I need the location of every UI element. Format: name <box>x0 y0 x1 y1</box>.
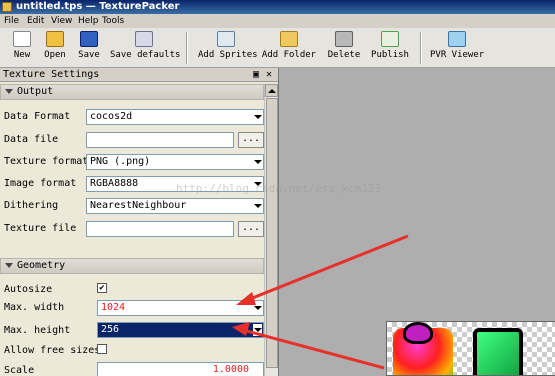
max-height-select[interactable]: 256 <box>97 322 264 338</box>
chevron-down-icon <box>253 200 262 212</box>
texture-format-label: Texture format <box>4 156 89 167</box>
add-sprites-button[interactable]: Add Sprites <box>198 31 258 65</box>
title-bar: untitled.tps — TexturePacker <box>0 0 555 14</box>
collapse-triangle-icon <box>5 263 13 268</box>
sprite-image <box>473 328 523 375</box>
save-button[interactable]: Save <box>74 31 104 65</box>
add-folder-icon <box>280 31 298 47</box>
window-title: untitled.tps — TexturePacker <box>16 1 180 12</box>
toolbar-separator <box>186 32 188 64</box>
scroll-up-arrow-icon[interactable] <box>265 84 278 97</box>
chevron-down-icon <box>253 324 262 336</box>
texture-settings-panel: Texture Settings ▣ ✕ Output Data Format … <box>0 68 278 376</box>
image-format-label: Image format <box>4 178 77 189</box>
toolbar: New Open Save Save defaults Add Sprites … <box>0 28 555 68</box>
toolbar-separator <box>420 32 422 64</box>
add-folder-button[interactable]: Add Folder <box>260 31 318 65</box>
menu-file[interactable]: File <box>4 14 19 28</box>
chevron-down-icon <box>253 111 262 123</box>
menu-help[interactable]: Help <box>78 14 99 28</box>
sprite-canvas[interactable] <box>278 68 555 376</box>
pvr-viewer-button[interactable]: PVR Viewer <box>430 31 484 65</box>
allow-free-sizes-label: Allow free sizes <box>4 345 101 356</box>
data-file-label: Data file <box>4 134 59 145</box>
menu-bar: File Edit View Help Tools <box>0 14 555 28</box>
add-sprites-icon <box>217 31 235 47</box>
folder-open-icon <box>46 31 64 47</box>
float-panel-icon[interactable]: ▣ <box>253 68 259 82</box>
sprite-image <box>403 322 433 344</box>
menu-view[interactable]: View <box>51 14 72 28</box>
geometry-section-header[interactable]: Geometry <box>0 258 264 274</box>
autosize-checkbox[interactable]: ✔ <box>97 283 107 293</box>
dithering-select[interactable]: NearestNeighbour <box>86 198 264 214</box>
chevron-down-icon <box>253 156 262 168</box>
max-width-select[interactable]: 1024 <box>97 300 264 316</box>
chevron-down-icon <box>253 302 262 314</box>
new-button[interactable]: New <box>8 31 36 65</box>
output-section-header[interactable]: Output <box>0 84 264 100</box>
max-height-label: Max. height <box>4 325 71 336</box>
data-file-input[interactable] <box>86 132 234 148</box>
save-disk-icon <box>80 31 98 47</box>
publish-button[interactable]: Publish <box>370 31 410 65</box>
watermark: http://blog.csdn.net/ess_xcm123 <box>176 182 382 195</box>
dithering-label: Dithering <box>4 200 59 211</box>
app-icon <box>2 2 12 12</box>
data-format-label: Data Format <box>4 111 71 122</box>
save-defaults-icon <box>135 31 153 47</box>
trash-icon <box>335 31 353 47</box>
max-width-label: Max. width <box>4 302 65 313</box>
data-format-select[interactable]: cocos2d <box>86 109 264 125</box>
pvr-viewer-icon <box>448 31 466 47</box>
scrollbar-thumb[interactable] <box>266 98 278 368</box>
close-panel-icon[interactable]: ✕ <box>266 68 272 82</box>
texture-format-select[interactable]: PNG (.png) <box>86 154 264 170</box>
allow-free-sizes-checkbox[interactable] <box>97 344 107 354</box>
settings-scrollbar[interactable] <box>264 84 278 376</box>
scale-label: Scale <box>4 365 35 376</box>
menu-tools[interactable]: Tools <box>102 14 124 28</box>
texture-file-label: Texture file <box>4 223 77 234</box>
new-file-icon <box>13 31 31 47</box>
delete-button[interactable]: Delete <box>327 31 361 65</box>
panel-header: Texture Settings ▣ ✕ <box>0 68 278 82</box>
collapse-triangle-icon <box>5 89 13 94</box>
save-defaults-button[interactable]: Save defaults <box>110 31 180 65</box>
sprite-sheet-preview[interactable] <box>386 321 555 376</box>
panel-title: Texture Settings <box>3 69 100 80</box>
texture-file-browse-button[interactable]: ... <box>238 221 264 237</box>
publish-icon <box>381 31 399 47</box>
menu-edit[interactable]: Edit <box>27 14 44 28</box>
data-file-browse-button[interactable]: ... <box>238 132 264 148</box>
autosize-label: Autosize <box>4 284 53 295</box>
scale-spinbox[interactable]: 1.0000 <box>97 362 264 376</box>
open-button[interactable]: Open <box>40 31 70 65</box>
texture-file-input[interactable] <box>86 221 234 237</box>
